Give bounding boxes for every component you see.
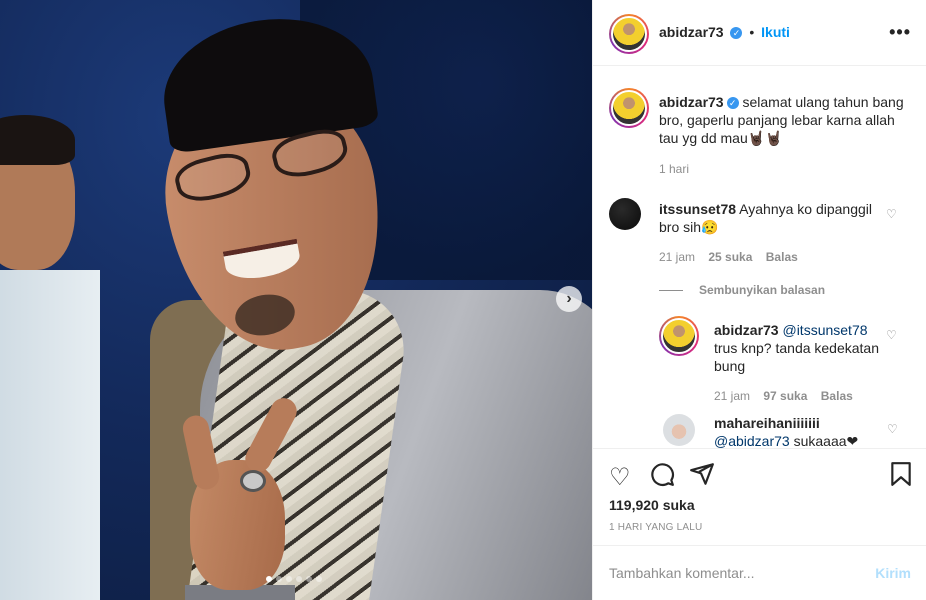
likes-count[interactable]: 119,920 suka	[609, 497, 695, 513]
like-reply-heart-icon[interactable]: ♡	[887, 422, 899, 436]
reply-meta: 21 jam 97 suka Balas	[714, 389, 853, 403]
reply-username[interactable]: abidzar73	[714, 322, 779, 338]
share-icon[interactable]	[689, 461, 715, 494]
carousel-dot	[266, 576, 272, 582]
reply-line-divider	[659, 289, 683, 291]
commenter-avatar[interactable]	[609, 198, 641, 230]
caption-username[interactable]: abidzar73	[659, 94, 724, 110]
author-username[interactable]: abidzar73	[659, 24, 724, 40]
hide-replies-toggle[interactable]: Sembunyikan balasan	[659, 283, 825, 297]
reply-mention[interactable]: @abidzar73	[714, 433, 790, 448]
follow-button[interactable]: Ikuti	[761, 24, 790, 40]
reply-avatar[interactable]	[659, 316, 699, 356]
reply-button[interactable]: Balas	[821, 389, 853, 403]
comment-time[interactable]: 21 jam	[659, 250, 695, 264]
heart-icon[interactable]: ♡	[609, 463, 631, 492]
comment-input[interactable]: Tambahkan komentar...	[609, 565, 755, 581]
comment: itssunset78 Ayahnya ko dipanggil bro sih…	[659, 200, 889, 236]
reply-clip: mahareihaniiiiiii @abidzar73 sukaaaa❤ ♡	[593, 408, 926, 448]
carousel-dot	[296, 576, 302, 582]
post-actions: ♡ 119,920 suka 1 HARI YANG LALU Tambahka…	[593, 448, 926, 598]
post-timestamp[interactable]: 1 HARI YANG LALU	[609, 522, 702, 533]
post-header: abidzar73 ✓ • Ikuti •••	[593, 0, 926, 66]
reply-mention[interactable]: @itssunset78	[782, 322, 867, 338]
verified-badge-icon: ✓	[730, 27, 743, 40]
reply-username[interactable]: mahareihaniiiiiii	[714, 415, 820, 431]
verified-badge-icon: ✓	[726, 97, 739, 110]
carousel-next-button[interactable]: ›	[556, 286, 582, 312]
caption-avatar[interactable]	[609, 88, 649, 128]
caption-time[interactable]: 1 hari	[659, 162, 689, 176]
carousel-indicator	[266, 576, 322, 582]
reply-text: trus knp? tanda kedekatan bung	[714, 340, 880, 374]
separator: •	[749, 24, 755, 40]
send-comment-button[interactable]: Kirim	[875, 565, 911, 581]
more-options-icon[interactable]: •••	[889, 22, 911, 43]
comment-meta: 21 jam 25 suka Balas	[659, 250, 798, 264]
carousel-dot	[276, 576, 282, 582]
reply-avatar[interactable]	[663, 414, 695, 446]
reply: abidzar73 @itssunset78 trus knp? tanda k…	[714, 321, 884, 375]
save-bookmark-icon[interactable]	[890, 461, 912, 494]
carousel-dot	[286, 576, 292, 582]
like-comment-heart-icon[interactable]: ♡	[886, 207, 898, 221]
reply-button[interactable]: Balas	[766, 250, 798, 264]
comment-form: Tambahkan komentar... Kirim	[593, 545, 926, 600]
author-row: abidzar73 ✓ • Ikuti	[659, 24, 790, 40]
comment-likes[interactable]: 25 suka	[708, 250, 752, 264]
caption: abidzar73 ✓ selamat ulang tahun bang bro,…	[659, 93, 909, 147]
author-avatar[interactable]	[609, 14, 649, 54]
chevron-right-icon: ›	[566, 290, 572, 307]
reply-likes[interactable]: 97 suka	[763, 389, 807, 403]
hide-replies-label: Sembunyikan balasan	[699, 283, 826, 297]
comment-icon[interactable]	[649, 461, 675, 494]
reply-time[interactable]: 21 jam	[714, 389, 750, 403]
photo-person-left	[0, 110, 100, 600]
comment-username[interactable]: itssunset78	[659, 201, 736, 217]
post-photo[interactable]: ›	[0, 0, 592, 600]
like-reply-heart-icon[interactable]: ♡	[886, 328, 898, 342]
carousel-dot	[316, 576, 322, 582]
post-side-panel: abidzar73 ✓ • Ikuti ••• abidzar73 ✓ selam…	[592, 0, 926, 600]
reply-text: sukaaaa❤	[793, 433, 859, 448]
carousel-dot	[306, 576, 312, 582]
reply: mahareihaniiiiiii @abidzar73 sukaaaa❤	[714, 414, 884, 448]
photo-main-person	[140, 5, 592, 600]
